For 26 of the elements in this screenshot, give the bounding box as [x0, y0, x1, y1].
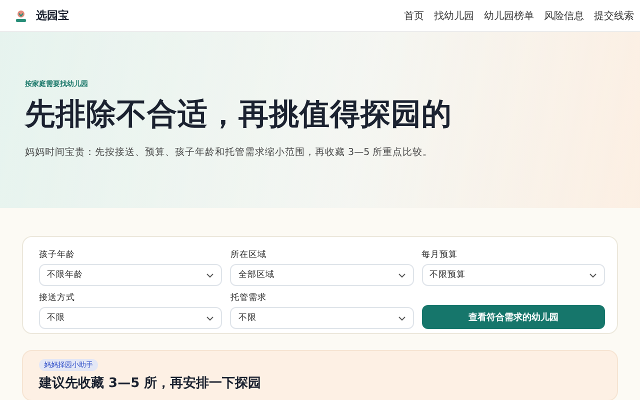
helper-title: 建议先收藏 3—5 所，再安排一下探园 [39, 374, 262, 392]
nav-link[interactable]: 首页 [404, 8, 424, 22]
nav-link[interactable]: 找幼儿园 [434, 8, 474, 22]
field-label: 每月预算 [422, 249, 459, 261]
chevron-down-icon [398, 316, 406, 320]
field-label: 托管需求 [230, 292, 268, 304]
field-label: 接送方式 [39, 292, 76, 304]
nav-link[interactable]: 风险信息 [544, 8, 584, 22]
chevron-down-icon [398, 272, 406, 278]
hero-subtitle: 妈妈时间宝贵：先按接送、预算、孩子年龄和托管需求缩小范围，再收藏 3—5 所重点比较。 [25, 146, 434, 159]
hero-title: 先排除不合适，再挑值得探园的 [25, 97, 453, 133]
search-button[interactable]: 查看符合需求的幼儿园 [422, 305, 605, 329]
chevron-down-icon [206, 272, 214, 278]
select-field[interactable]: 全部区域 [230, 264, 414, 286]
chevron-down-icon [588, 272, 597, 278]
select-field[interactable]: 不限年龄 [39, 264, 222, 286]
nav-link[interactable]: 提交线索 [594, 8, 634, 22]
select-field[interactable]: 不限预算 [422, 264, 605, 286]
nav-link[interactable]: 幼儿园榜单 [484, 8, 534, 22]
chevron-down-icon [206, 316, 214, 320]
logo-icon [14, 8, 28, 22]
select-field[interactable]: 不限 [230, 307, 414, 329]
field-label: 所在区域 [230, 249, 268, 261]
field-label: 孩子年龄 [39, 249, 76, 261]
select-field[interactable]: 不限 [39, 307, 222, 329]
brand-name: 选园宝 [36, 8, 69, 23]
